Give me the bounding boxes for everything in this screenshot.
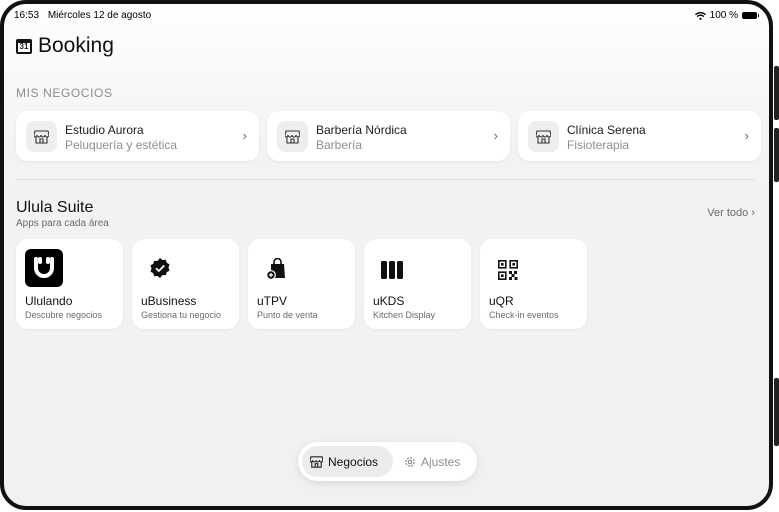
chevron-right-icon: ›: [744, 128, 749, 143]
device-side-button: [774, 378, 779, 446]
suite-subtitle: Apps para cada área: [16, 218, 109, 229]
app-name: Ululando: [25, 294, 73, 308]
app-card-ukds[interactable]: uKDS Kitchen Display: [364, 239, 471, 329]
ululando-logo-icon: [25, 249, 63, 287]
app-name: uBusiness: [141, 294, 197, 308]
business-name: Barbería Nórdica: [316, 123, 407, 137]
business-name: Clínica Serena: [567, 123, 646, 137]
wifi-icon: [694, 11, 706, 20]
battery-icon: [742, 12, 759, 19]
business-card-estudio-aurora[interactable]: Estudio Aurora Peluquería y estética ›: [16, 111, 259, 161]
business-type: Peluquería y estética: [65, 138, 178, 152]
tab-label: Negocios: [328, 454, 379, 469]
status-date: Miércoles 12 de agosto: [47, 10, 152, 21]
gear-icon: [405, 456, 415, 467]
tab-label: Ajustes: [421, 454, 461, 469]
device-side-button: [774, 128, 779, 182]
page-header: 31 Booking: [16, 34, 114, 58]
chevron-right-icon: ›: [493, 128, 498, 143]
app-description: Descubre negocios: [25, 310, 103, 320]
chevron-right-icon: ›: [751, 207, 755, 219]
page-title: Booking: [38, 34, 114, 57]
calendar-icon: 31: [16, 38, 32, 54]
app-description: Gestiona tu negocio: [141, 310, 222, 320]
device-screen: 16:53 Miércoles 12 de agosto 100 % 31 Bo…: [0, 0, 773, 510]
section-divider: [16, 179, 755, 180]
see-all-link[interactable]: Ver todo ›: [707, 207, 755, 219]
chevron-right-icon: ›: [242, 128, 247, 143]
status-bar: 16:53 Miércoles 12 de agosto 100 %: [14, 8, 759, 24]
app-card-ululando[interactable]: Ululando Descubre negocios: [16, 239, 123, 329]
app-name: uTPV: [257, 294, 288, 308]
business-name: Estudio Aurora: [65, 123, 144, 137]
qr-code-icon: [498, 260, 518, 280]
section-label-my-businesses: MIS NEGOCIOS: [16, 86, 113, 100]
business-card-barberia-nordica[interactable]: Barbería Nórdica Barbería ›: [267, 111, 510, 161]
app-name: uKDS: [373, 294, 405, 308]
store-icon: [528, 121, 559, 152]
app-card-utpv[interactable]: uTPV Punto de venta: [248, 239, 355, 329]
business-type: Barbería: [316, 138, 363, 152]
device-side-button: [774, 66, 779, 120]
columns-icon: [381, 261, 403, 279]
bottom-tab-bar: Negocios Ajustes: [298, 442, 477, 481]
app-name: uQR: [489, 294, 514, 308]
store-icon: [310, 455, 323, 468]
app-description: Check-in eventos: [489, 310, 559, 320]
business-list: Estudio Aurora Peluquería y estética › B…: [16, 111, 761, 161]
shopping-bag-icon: [266, 258, 285, 280]
tab-negocios[interactable]: Negocios: [302, 446, 393, 477]
status-time: 16:53: [14, 10, 40, 21]
apps-grid: Ululando Descubre negocios uBusiness Ges…: [16, 239, 587, 329]
app-description: Punto de venta: [257, 310, 318, 320]
business-type: Fisioterapia: [567, 138, 630, 152]
verified-badge-icon: [150, 258, 170, 278]
suite-title: Ulula Suite: [16, 199, 94, 216]
store-icon: [26, 121, 57, 152]
app-card-ubusiness[interactable]: uBusiness Gestiona tu negocio: [132, 239, 239, 329]
tab-ajustes[interactable]: Ajustes: [396, 446, 468, 477]
app-description: Kitchen Display: [373, 310, 436, 320]
app-card-uqr[interactable]: uQR Check-in eventos: [480, 239, 587, 329]
battery-percent: 100 %: [709, 10, 738, 21]
store-icon: [277, 121, 308, 152]
business-card-clinica-serena[interactable]: Clínica Serena Fisioterapia ›: [518, 111, 761, 161]
